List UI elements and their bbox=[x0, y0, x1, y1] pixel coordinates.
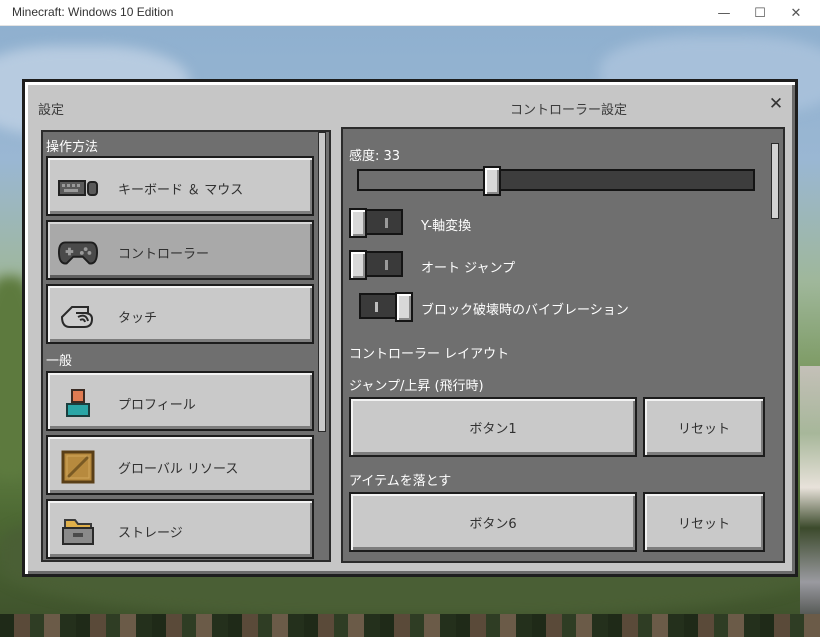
drop-reset-button[interactable]: リセット bbox=[643, 492, 765, 552]
crate-icon bbox=[58, 450, 98, 484]
window-title: Minecraft: Windows 10 Edition bbox=[12, 5, 174, 19]
slider-filled-track bbox=[359, 171, 492, 189]
gamepad-icon bbox=[58, 236, 98, 268]
jump-reset-button[interactable]: リセット bbox=[643, 397, 765, 457]
settings-panel: 設定 コントローラー設定 ✕ 操作方法 キーボード ＆ マウス コントローラー … bbox=[22, 79, 798, 577]
minimize-button[interactable]: — bbox=[706, 0, 742, 26]
profile-icon bbox=[58, 387, 98, 419]
sidebar-item-label: タッチ bbox=[118, 311, 158, 326]
section-label-controls: 操作方法 bbox=[46, 140, 99, 155]
vibration-label: ブロック破壊時のバイブレーション bbox=[421, 303, 629, 318]
sidebar-item-label: グローバル リソース bbox=[118, 462, 239, 477]
toggle-knob bbox=[349, 208, 367, 238]
sidebar-item-label: コントローラー bbox=[118, 247, 210, 262]
close-window-button[interactable]: ✕ bbox=[778, 0, 814, 26]
slider-knob[interactable] bbox=[483, 166, 501, 196]
close-settings-button[interactable]: ✕ bbox=[766, 94, 786, 114]
drop-binding-button[interactable]: ボタン6 bbox=[349, 492, 637, 552]
sidebar-item-keyboard-mouse[interactable]: キーボード ＆ マウス bbox=[46, 156, 314, 216]
invert-y-toggle[interactable] bbox=[349, 208, 403, 238]
touch-hand-icon bbox=[58, 300, 98, 332]
sidebar-item-storage[interactable]: ストレージ bbox=[46, 499, 314, 559]
ground-pixels bbox=[0, 614, 820, 637]
sidebar-item-global-resources[interactable]: グローバル リソース bbox=[46, 435, 314, 495]
sidebar-item-controller[interactable]: コントローラー bbox=[46, 220, 314, 280]
window-titlebar: Minecraft: Windows 10 Edition — ☐ ✕ bbox=[0, 0, 820, 26]
world-edge-strip bbox=[800, 366, 820, 636]
toggle-mark bbox=[385, 260, 388, 270]
sidebar-item-touch[interactable]: タッチ bbox=[46, 284, 314, 344]
auto-jump-toggle[interactable] bbox=[349, 250, 403, 280]
auto-jump-label: オート ジャンプ bbox=[421, 261, 516, 276]
storage-folder-icon bbox=[58, 515, 98, 547]
section-label-general: 一般 bbox=[46, 354, 73, 369]
toggle-mark bbox=[385, 218, 388, 228]
controller-layout-heading: コントローラー レイアウト bbox=[349, 347, 510, 362]
invert-y-label: Y-軸変換 bbox=[421, 219, 472, 234]
settings-category-list: 操作方法 キーボード ＆ マウス コントローラー タッチ 一般 プロフィール グ… bbox=[41, 130, 331, 562]
keyboard-mouse-icon bbox=[58, 172, 98, 204]
sensitivity-label: 感度: 33 bbox=[349, 149, 401, 164]
sidebar-item-profile[interactable]: プロフィール bbox=[46, 371, 314, 431]
toggle-mark bbox=[375, 302, 378, 312]
settings-scrollbar[interactable] bbox=[771, 143, 779, 219]
jump-binding-label: ジャンプ/上昇 (飛行時) bbox=[349, 379, 484, 394]
maximize-button[interactable]: ☐ bbox=[742, 0, 778, 26]
sensitivity-slider[interactable] bbox=[357, 166, 755, 196]
controller-settings-title: コントローラー設定 bbox=[510, 103, 628, 118]
vibration-toggle[interactable] bbox=[359, 292, 413, 322]
drop-binding-label: アイテムを落とす bbox=[349, 474, 452, 489]
sidebar-item-label: キーボード ＆ マウス bbox=[118, 183, 244, 198]
sidebar-item-label: プロフィール bbox=[118, 398, 196, 413]
toggle-knob bbox=[395, 292, 413, 322]
toggle-knob bbox=[349, 250, 367, 280]
jump-binding-button[interactable]: ボタン1 bbox=[349, 397, 637, 457]
panel-header: 設定 コントローラー設定 ✕ bbox=[25, 82, 795, 124]
sidebar-item-label: ストレージ bbox=[118, 526, 183, 541]
settings-title: 設定 bbox=[38, 103, 65, 118]
category-scrollbar[interactable] bbox=[318, 132, 326, 432]
controller-settings-pane: 感度: 33 Y-軸変換 オート ジャンプ ブロック破壊時のバイブレーション コ… bbox=[341, 127, 785, 563]
